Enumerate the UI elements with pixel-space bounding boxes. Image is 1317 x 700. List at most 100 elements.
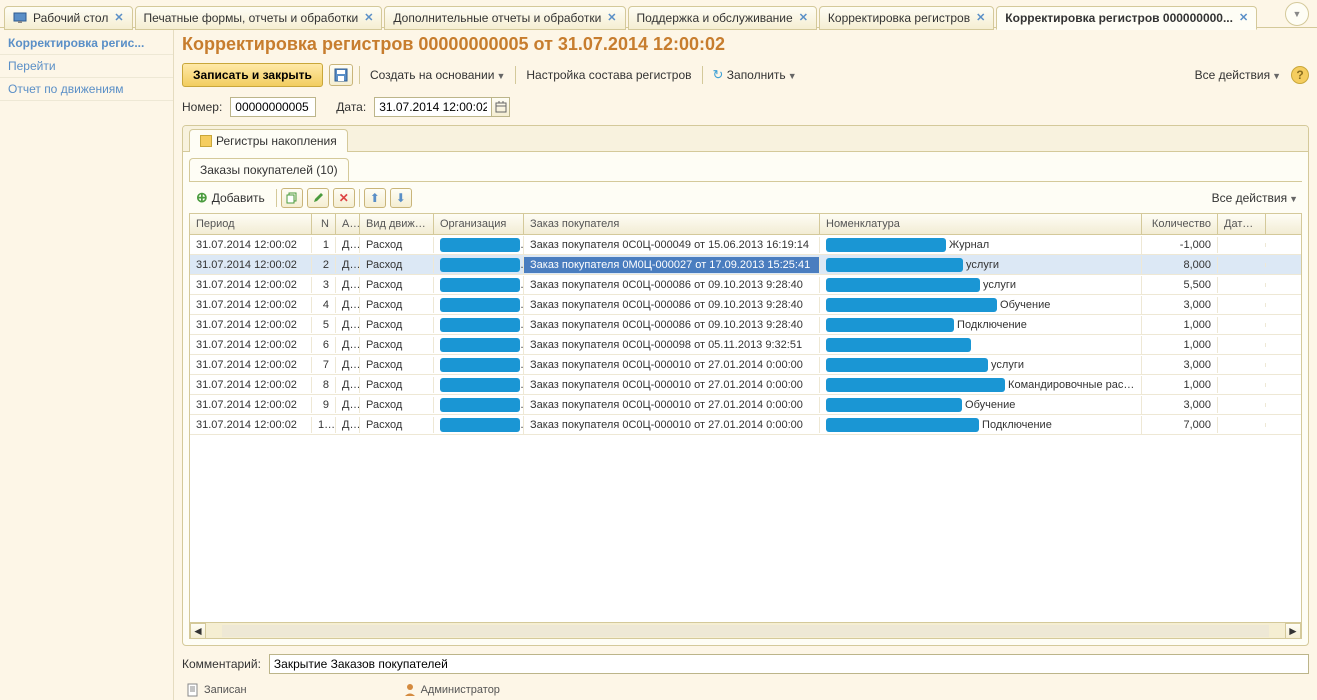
tab-registers[interactable]: Регистры накопления [189,129,348,152]
cell-qty: 3,000 [1142,397,1218,413]
cell-n: 9 [312,397,336,413]
top-tab-4[interactable]: Корректировка регистров✕ [819,6,994,30]
table-row[interactable]: 31.07.2014 12:00:027Д..РасходЗаказ покуп… [190,355,1301,375]
table-row[interactable]: 31.07.2014 12:00:0210Д..РасходЗаказ поку… [190,415,1301,435]
cell-qty: 1,000 [1142,337,1218,353]
cell-nomenclature: Подключение [820,416,1142,434]
sidebar-item-1[interactable]: Перейти [0,55,173,78]
cell-org [434,276,524,294]
cell-nomenclature: услуги [820,256,1142,274]
main-layout: Корректировка регис...ПерейтиОтчет по дв… [0,28,1317,700]
cell-order: Заказ покупателя 0М0Ц-000027 от 17.09.20… [524,257,820,273]
register-settings-link[interactable]: Настройка состава регистров [522,66,695,84]
table-all-actions-dropdown[interactable]: Все действия▼ [1208,189,1302,207]
col-order[interactable]: Заказ покупателя [524,214,820,234]
comment-input[interactable] [269,654,1309,674]
table-row[interactable]: 31.07.2014 12:00:028Д..РасходЗаказ покуп… [190,375,1301,395]
table-row[interactable]: 31.07.2014 12:00:025Д..РасходЗаказ покуп… [190,315,1301,335]
calendar-button[interactable] [492,97,510,117]
move-down-button[interactable]: ⬇ [390,188,412,208]
cell-movement: Расход [360,257,434,273]
cell-org [434,316,524,334]
document-icon [186,683,200,697]
comment-row: Комментарий: [182,654,1309,674]
scroll-right-arrow[interactable]: ► [1285,623,1301,639]
save-button[interactable] [329,64,353,86]
col-quantity[interactable]: Количество [1142,214,1218,234]
col-a[interactable]: А.. [336,214,360,234]
cell-org [434,296,524,314]
arrow-up-icon: ⬆ [370,191,380,205]
close-icon[interactable]: ✕ [114,11,123,24]
top-tab-1[interactable]: Печатные формы, отчеты и обработки✕ [135,6,383,30]
table-row[interactable]: 31.07.2014 12:00:022Д..РасходЗаказ покуп… [190,255,1301,275]
sidebar-item-2[interactable]: Отчет по движениям [0,78,173,101]
plus-icon: ⊕ [196,189,208,206]
cell-qty: 3,000 [1142,357,1218,373]
close-icon[interactable]: ✕ [607,11,616,24]
close-icon[interactable]: ✕ [976,11,985,24]
table-toolbar: ⊕ Добавить ✕ ⬆ ⬇ Все действия▼ [189,182,1302,213]
table-row[interactable]: 31.07.2014 12:00:023Д..РасходЗаказ покуп… [190,275,1301,295]
cell-a: Д.. [336,397,360,413]
table-row[interactable]: 31.07.2014 12:00:024Д..РасходЗаказ покуп… [190,295,1301,315]
scroll-left-arrow[interactable]: ◄ [190,623,206,639]
cell-order: Заказ покупателя 0С0Ц-000049 от 15.06.20… [524,237,820,253]
cell-order: Заказ покупателя 0С0Ц-000086 от 09.10.20… [524,297,820,313]
horizontal-scrollbar[interactable]: ◄ ► [190,622,1301,638]
cell-nomenclature: услуги [820,276,1142,294]
cell-period: 31.07.2014 12:00:02 [190,277,312,293]
table-row[interactable]: 31.07.2014 12:00:029Д..РасходЗаказ покуп… [190,395,1301,415]
cell-n: 6 [312,337,336,353]
cell-nomenclature: Журнал [820,236,1142,254]
register-icon [200,135,212,147]
save-close-button[interactable]: Записать и закрыть [182,63,323,87]
table-row[interactable]: 31.07.2014 12:00:021Д..РасходЗаказ покуп… [190,235,1301,255]
col-date-from[interactable]: Дата от [1218,214,1266,234]
cell-a: Д.. [336,357,360,373]
cell-n: 8 [312,377,336,393]
tabs-scroll-button[interactable]: ▼ [1285,2,1309,26]
col-n[interactable]: N [312,214,336,234]
cell-movement: Расход [360,237,434,253]
table-row[interactable]: 31.07.2014 12:00:026Д..РасходЗаказ покуп… [190,335,1301,355]
delete-button[interactable]: ✕ [333,188,355,208]
all-actions-dropdown[interactable]: Все действия▼ [1191,66,1285,84]
user-icon [403,683,417,697]
col-period[interactable]: Период [190,214,312,234]
cell-a: Д.. [336,237,360,253]
number-label: Номер: [182,100,222,114]
date-input[interactable] [374,97,492,117]
header-fields: Номер: Дата: [182,97,1309,117]
cell-a: Д.. [336,377,360,393]
help-icon[interactable]: ? [1291,66,1309,84]
top-tab-2[interactable]: Дополнительные отчеты и обработки✕ [384,6,625,30]
cell-movement: Расход [360,417,434,433]
cell-period: 31.07.2014 12:00:02 [190,257,312,273]
edit-button[interactable] [307,188,329,208]
tab-customer-orders[interactable]: Заказы покупателей (10) [189,158,349,181]
cell-order: Заказ покупателя 0С0Ц-000086 от 09.10.20… [524,277,820,293]
col-nomenclature[interactable]: Номенклатура [820,214,1142,234]
close-icon[interactable]: ✕ [1239,11,1248,24]
col-organization[interactable]: Организация [434,214,524,234]
top-tab-5[interactable]: Корректировка регистров 000000000...✕ [996,6,1257,30]
desktop-icon [13,11,27,25]
top-tab-0[interactable]: Рабочий стол✕ [4,6,133,30]
copy-button[interactable] [281,188,303,208]
top-tab-bar: Рабочий стол✕Печатные формы, отчеты и об… [0,0,1317,28]
add-row-button[interactable]: ⊕ Добавить [189,186,272,209]
col-movement[interactable]: Вид движен... [360,214,434,234]
move-up-button[interactable]: ⬆ [364,188,386,208]
number-input[interactable] [230,97,316,117]
close-icon[interactable]: ✕ [799,11,808,24]
cell-period: 31.07.2014 12:00:02 [190,357,312,373]
close-icon[interactable]: ✕ [364,11,373,24]
outer-tabset: Регистры накопления Заказы покупателей (… [182,125,1309,646]
cell-movement: Расход [360,337,434,353]
cell-a: Д.. [336,297,360,313]
top-tab-3[interactable]: Поддержка и обслуживание✕ [628,6,817,30]
create-based-dropdown[interactable]: Создать на основании▼ [366,66,509,84]
fill-dropdown[interactable]: ↻ Заполнить▼ [709,65,801,85]
sidebar-item-0[interactable]: Корректировка регис... [0,32,173,55]
